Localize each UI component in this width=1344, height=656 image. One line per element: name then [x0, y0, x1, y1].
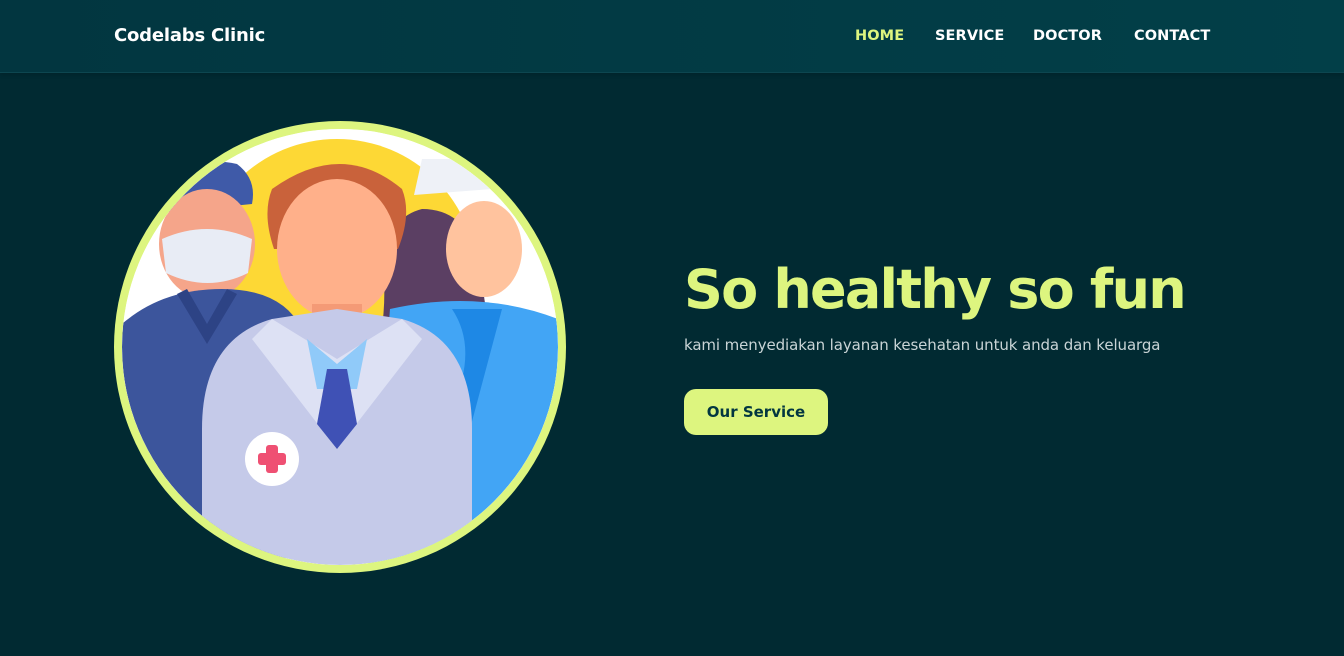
- hero-subtitle: kami menyediakan layanan kesehatan untuk…: [684, 336, 1161, 354]
- nav-link-home[interactable]: HOME: [855, 28, 904, 44]
- nurse-cap-shape: [414, 159, 492, 195]
- surgeon-mask-shape: [162, 229, 252, 283]
- nav-link-contact[interactable]: CONTACT: [1134, 28, 1210, 44]
- medical-team-illustration: [122, 129, 558, 565]
- hero-headline: So healthy so fun: [684, 258, 1187, 321]
- brand-logo[interactable]: Codelabs Clinic: [114, 25, 265, 46]
- navbar: Codelabs Clinic HOME SERVICE DOCTOR CONT…: [0, 0, 1344, 73]
- medical-team-svg: [122, 129, 558, 565]
- hero-image-frame: [114, 121, 566, 573]
- nav-link-doctor[interactable]: DOCTOR: [1033, 28, 1102, 44]
- doctor-face-shape: [277, 179, 397, 319]
- our-service-button[interactable]: Our Service: [684, 389, 828, 435]
- nurse-face-shape: [446, 201, 522, 297]
- nav-link-service[interactable]: SERVICE: [935, 28, 1004, 44]
